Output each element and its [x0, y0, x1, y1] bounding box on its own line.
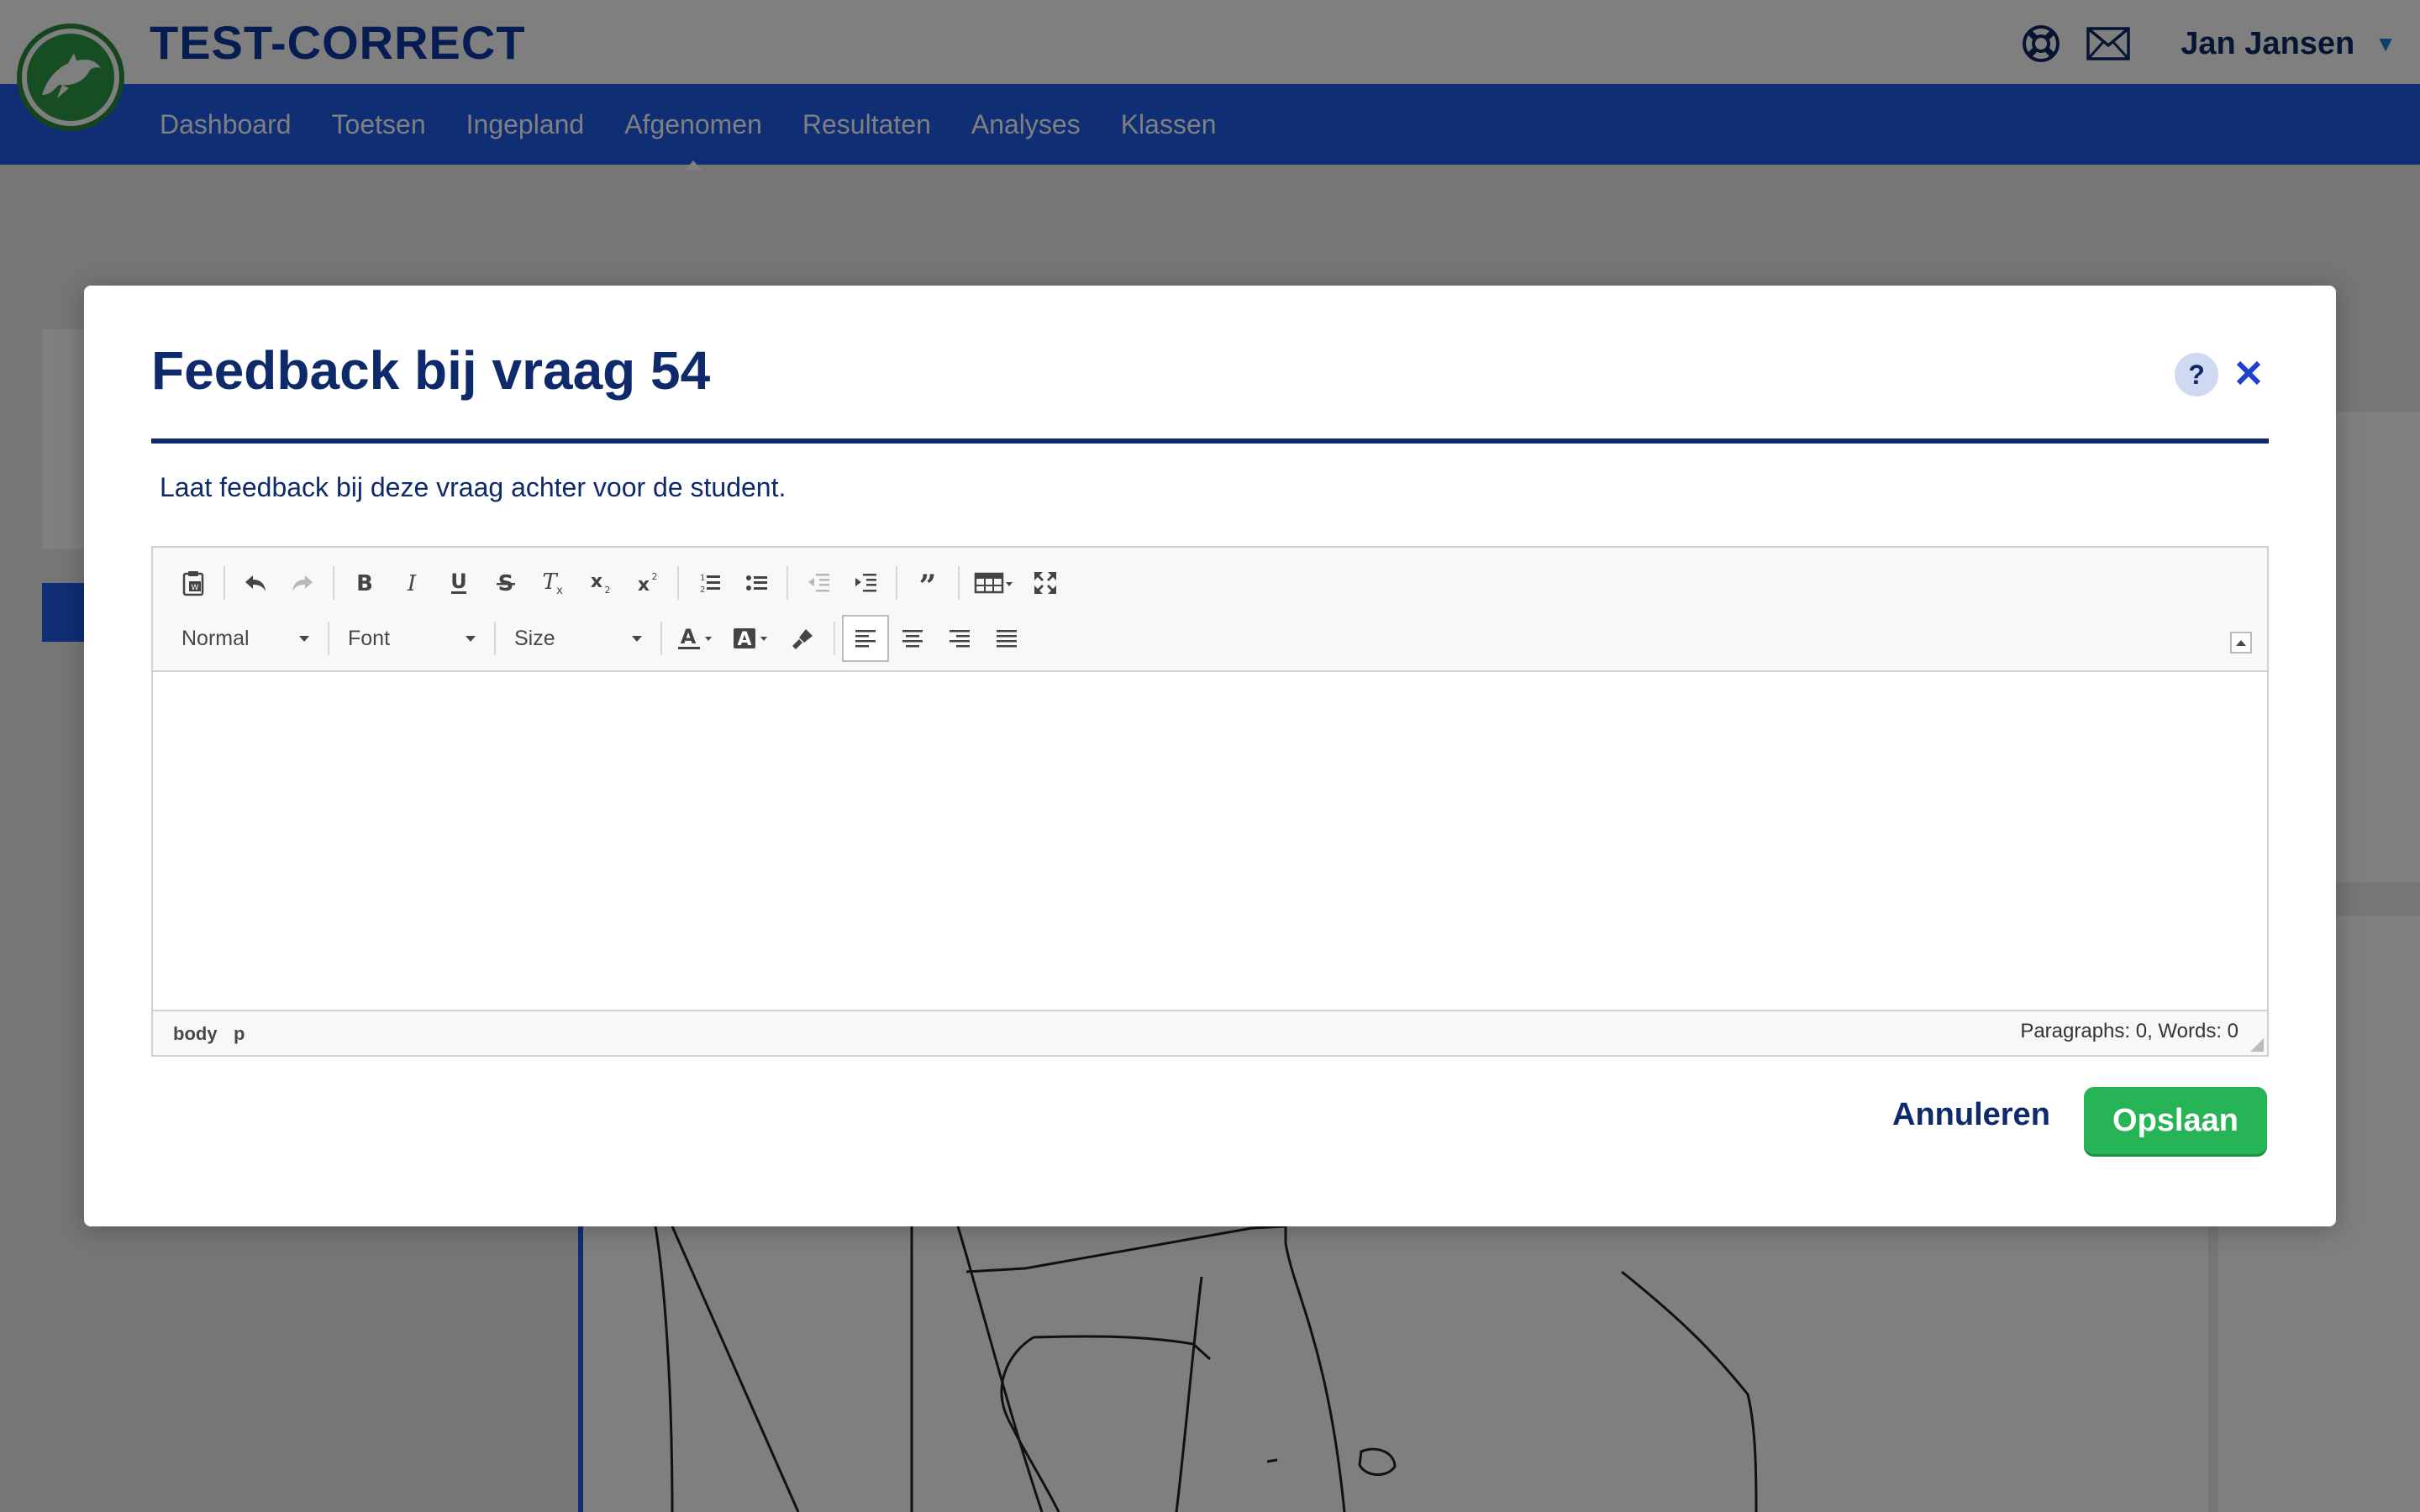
font-select-value: Font [348, 626, 391, 650]
maximize-icon[interactable] [1022, 559, 1069, 606]
cancel-button[interactable]: Annuleren [1892, 1097, 2050, 1133]
svg-text:B: B [356, 571, 373, 595]
format-select-value: Normal [182, 626, 250, 650]
toolbar-separator [333, 566, 334, 600]
svg-text:W: W [192, 584, 199, 592]
editor-content-area[interactable] [153, 672, 2267, 1011]
resize-handle-icon[interactable] [2250, 1038, 2264, 1052]
toolbar-row-1: W B I U S [170, 559, 1069, 606]
numbered-list-icon[interactable]: 12 [686, 559, 733, 606]
path-p[interactable]: p [234, 1023, 245, 1045]
bold-icon[interactable]: B [341, 559, 388, 606]
format-select[interactable]: Normal [170, 615, 321, 662]
svg-text:A: A [737, 629, 751, 650]
toolbar-separator [677, 566, 679, 600]
italic-icon[interactable]: I [388, 559, 435, 606]
toolbar-separator [834, 622, 835, 655]
modal-title: Feedback bij vraag 54 [151, 340, 711, 401]
size-select[interactable]: Size [502, 615, 654, 662]
chevron-down-icon [632, 635, 642, 642]
rich-text-editor: W B I U S [151, 546, 2269, 1057]
chevron-down-icon [299, 635, 309, 642]
path-body[interactable]: body [173, 1023, 218, 1045]
svg-text:I: I [407, 571, 417, 595]
toolbar-separator [786, 566, 788, 600]
svg-text:x: x [556, 585, 563, 596]
toolbar-separator [896, 566, 897, 600]
chevron-down-icon [466, 635, 476, 642]
background-color-icon[interactable]: A [724, 615, 780, 662]
toolbar-separator [494, 622, 496, 655]
svg-text:U: U [450, 570, 467, 593]
close-icon[interactable] [2225, 349, 2272, 396]
text-color-icon[interactable]: A [669, 615, 724, 662]
align-right-icon[interactable] [936, 615, 983, 662]
svg-text:2: 2 [605, 585, 611, 596]
justify-icon[interactable] [983, 615, 1030, 662]
table-icon[interactable] [966, 559, 1022, 606]
redo-icon[interactable] [279, 559, 326, 606]
editor-toolbar: W B I U S [153, 548, 2267, 672]
decrease-indent-icon[interactable] [795, 559, 842, 606]
toolbar-separator [328, 622, 329, 655]
collapse-toolbar-button[interactable] [2230, 632, 2252, 654]
blockquote-icon[interactable]: ” [904, 559, 951, 606]
svg-text:A: A [681, 625, 697, 648]
toolbar-separator [660, 622, 662, 655]
copy-formatting-icon[interactable] [780, 615, 827, 662]
paste-from-word-icon[interactable]: W [170, 559, 217, 606]
font-select[interactable]: Font [336, 615, 487, 662]
undo-icon[interactable] [232, 559, 279, 606]
subscript-icon[interactable]: x2 [576, 559, 623, 606]
feedback-modal: Feedback bij vraag 54 ? Laat feedback bi… [84, 286, 2336, 1226]
word-count: Paragraphs: 0, Words: 0 [2020, 1020, 2238, 1042]
size-select-value: Size [514, 626, 555, 650]
svg-text:x: x [591, 571, 602, 592]
align-left-icon[interactable] [842, 615, 889, 662]
editor-statusbar: body p Paragraphs: 0, Words: 0 [153, 1010, 2267, 1055]
triangle-up-icon [2236, 639, 2246, 646]
svg-text:1: 1 [700, 574, 705, 583]
svg-text:2: 2 [652, 571, 658, 582]
toolbar-separator [958, 566, 960, 600]
superscript-icon[interactable]: x2 [623, 559, 671, 606]
toolbar-row-2: Normal Font Size A A [170, 615, 1030, 662]
align-center-icon[interactable] [889, 615, 936, 662]
modal-description: Laat feedback bij deze vraag achter voor… [160, 472, 786, 502]
bulleted-list-icon[interactable] [733, 559, 780, 606]
svg-text:”: ” [919, 571, 937, 595]
title-divider [151, 438, 2269, 444]
remove-format-icon[interactable]: Tx [529, 559, 576, 606]
underline-icon[interactable]: U [435, 559, 482, 606]
svg-text:2: 2 [700, 585, 705, 595]
help-icon[interactable]: ? [2175, 353, 2218, 396]
toolbar-separator [224, 566, 225, 600]
save-button[interactable]: Opslaan [2084, 1087, 2267, 1154]
svg-text:x: x [638, 575, 650, 596]
increase-indent-icon[interactable] [842, 559, 889, 606]
strikethrough-icon[interactable]: S [482, 559, 529, 606]
